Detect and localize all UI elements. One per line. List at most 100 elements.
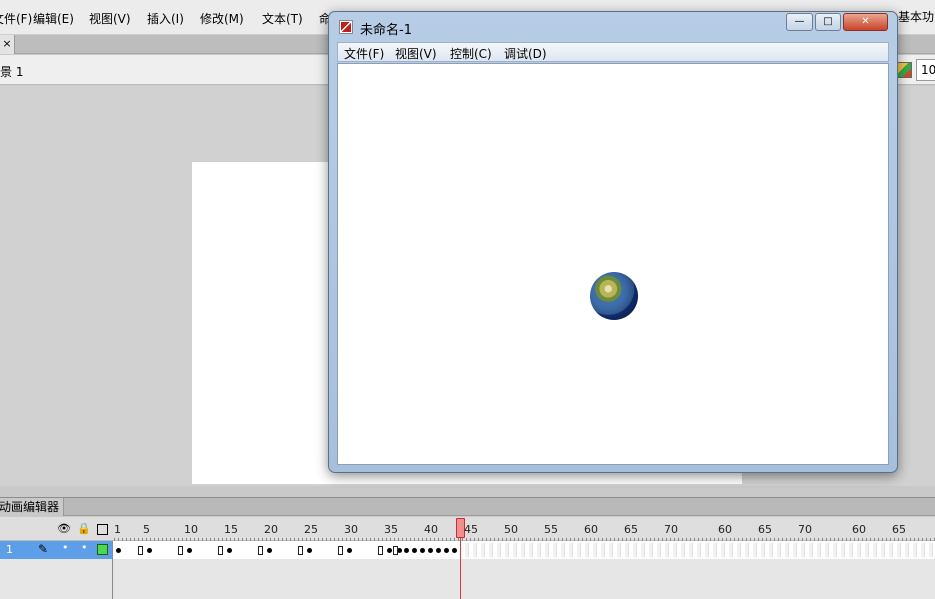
frame-cell[interactable] <box>601 543 605 557</box>
frame-cell[interactable] <box>681 543 685 557</box>
lock-dot-icon[interactable]: • <box>81 541 88 554</box>
frame-cell[interactable] <box>825 543 829 557</box>
player-menu-view[interactable]: 视图(V) <box>395 45 437 62</box>
frame-cell[interactable] <box>625 543 629 557</box>
frame-cell[interactable] <box>609 543 613 557</box>
frame-cell[interactable] <box>721 543 725 557</box>
player-menu-file[interactable]: 文件(F) <box>344 45 384 62</box>
keyframe-dot[interactable] <box>267 548 272 553</box>
frame-cell[interactable] <box>545 543 549 557</box>
frame-cell[interactable] <box>473 543 477 557</box>
eye-icon[interactable]: 👁 <box>57 522 71 535</box>
scene-label[interactable]: 场景 1 <box>0 63 23 80</box>
frame-cell[interactable] <box>841 543 845 557</box>
frame-cell[interactable] <box>897 543 901 557</box>
keyframe-end[interactable] <box>218 546 223 555</box>
frame-cell[interactable] <box>633 543 637 557</box>
frame-cell[interactable] <box>689 543 693 557</box>
frame-cell[interactable] <box>673 543 677 557</box>
frame-cell[interactable] <box>857 543 861 557</box>
minimize-button[interactable]: — <box>786 13 813 31</box>
frame-cell[interactable] <box>881 543 885 557</box>
player-menu-control[interactable]: 控制(C) <box>450 45 492 62</box>
frame-cell[interactable] <box>521 543 525 557</box>
frame-cell[interactable] <box>753 543 757 557</box>
frame-cell[interactable] <box>769 543 773 557</box>
frame-cell[interactable] <box>809 543 813 557</box>
frame-cell[interactable] <box>865 543 869 557</box>
frame-cell[interactable] <box>801 543 805 557</box>
frame-cell[interactable] <box>641 543 645 557</box>
keyframe-end[interactable] <box>138 546 143 555</box>
player-menu-debug[interactable]: 调试(D) <box>504 45 547 62</box>
frame-cell[interactable] <box>513 543 517 557</box>
frame-cell[interactable] <box>593 543 597 557</box>
keyframe-dot[interactable] <box>436 548 441 553</box>
frame-cell[interactable] <box>777 543 781 557</box>
menu-file[interactable]: 文件(F) <box>0 10 32 27</box>
frame-cell[interactable] <box>705 543 709 557</box>
frame-cell[interactable] <box>793 543 797 557</box>
layer-outline-color-icon[interactable] <box>97 544 108 555</box>
workspace-switcher[interactable]: 基本功 <box>898 8 934 25</box>
frame-cell[interactable] <box>529 543 533 557</box>
frame-cell[interactable] <box>697 543 701 557</box>
keyframe-dot[interactable] <box>420 548 425 553</box>
keyframe-dot[interactable] <box>387 548 392 553</box>
keyframe-end[interactable] <box>393 546 398 555</box>
frame-cell[interactable] <box>569 543 573 557</box>
frame-cell[interactable] <box>665 543 669 557</box>
zoom-field[interactable]: 10 <box>916 59 935 81</box>
keyframe-dot[interactable] <box>428 548 433 553</box>
keyframe-dot[interactable] <box>444 548 449 553</box>
frame-cell[interactable] <box>905 543 909 557</box>
menu-view[interactable]: 视图(V) <box>89 10 131 27</box>
frame-cell[interactable] <box>537 543 541 557</box>
menu-insert[interactable]: 插入(I) <box>147 10 184 27</box>
frame-cell[interactable] <box>729 543 733 557</box>
frame-cell[interactable] <box>577 543 581 557</box>
layer-row[interactable]: 1 ✎ • • <box>0 541 112 559</box>
keyframe-end[interactable] <box>338 546 343 555</box>
close-button[interactable]: ✕ <box>843 13 888 31</box>
frame-cell[interactable] <box>585 543 589 557</box>
frame-cell[interactable] <box>657 543 661 557</box>
frame-cell[interactable] <box>465 543 469 557</box>
keyframe-dot[interactable] <box>147 548 152 553</box>
edit-symbols-icon[interactable] <box>896 62 912 78</box>
frame-cell[interactable] <box>929 543 933 557</box>
doc-tab-close-button[interactable]: × <box>0 35 15 54</box>
keyframe-dot[interactable] <box>307 548 312 553</box>
frame-cell[interactable] <box>817 543 821 557</box>
keyframe-end[interactable] <box>378 546 383 555</box>
frame-cell[interactable] <box>745 543 749 557</box>
frame-cell[interactable] <box>921 543 925 557</box>
keyframe-dot[interactable] <box>404 548 409 553</box>
frame-cell[interactable] <box>497 543 501 557</box>
frame-cell[interactable] <box>873 543 877 557</box>
frame-cell[interactable] <box>713 543 717 557</box>
frame-cell[interactable] <box>889 543 893 557</box>
frame-cell[interactable] <box>737 543 741 557</box>
menu-modify[interactable]: 修改(M) <box>200 10 244 27</box>
frame-cell[interactable] <box>833 543 837 557</box>
keyframe-dot[interactable] <box>116 548 121 553</box>
keyframe-dot[interactable] <box>187 548 192 553</box>
visibility-dot-icon[interactable]: • <box>62 541 69 554</box>
frame-cell[interactable] <box>489 543 493 557</box>
frame-cell[interactable] <box>849 543 853 557</box>
keyframe-end[interactable] <box>298 546 303 555</box>
keyframe-end[interactable] <box>178 546 183 555</box>
motion-editor-tab[interactable]: 动画编辑器 <box>0 498 65 516</box>
frame-cell[interactable] <box>553 543 557 557</box>
menu-edit[interactable]: 编辑(E) <box>33 10 74 27</box>
keyframe-dot[interactable] <box>412 548 417 553</box>
maximize-button[interactable]: □ <box>815 13 841 31</box>
frame-cell[interactable] <box>617 543 621 557</box>
frame-cell[interactable] <box>785 543 789 557</box>
frame-cell[interactable] <box>481 543 485 557</box>
frame-cell[interactable] <box>649 543 653 557</box>
player-stage[interactable] <box>337 63 889 465</box>
keyframe-end[interactable] <box>258 546 263 555</box>
lock-icon[interactable]: 🔒 <box>77 522 91 535</box>
